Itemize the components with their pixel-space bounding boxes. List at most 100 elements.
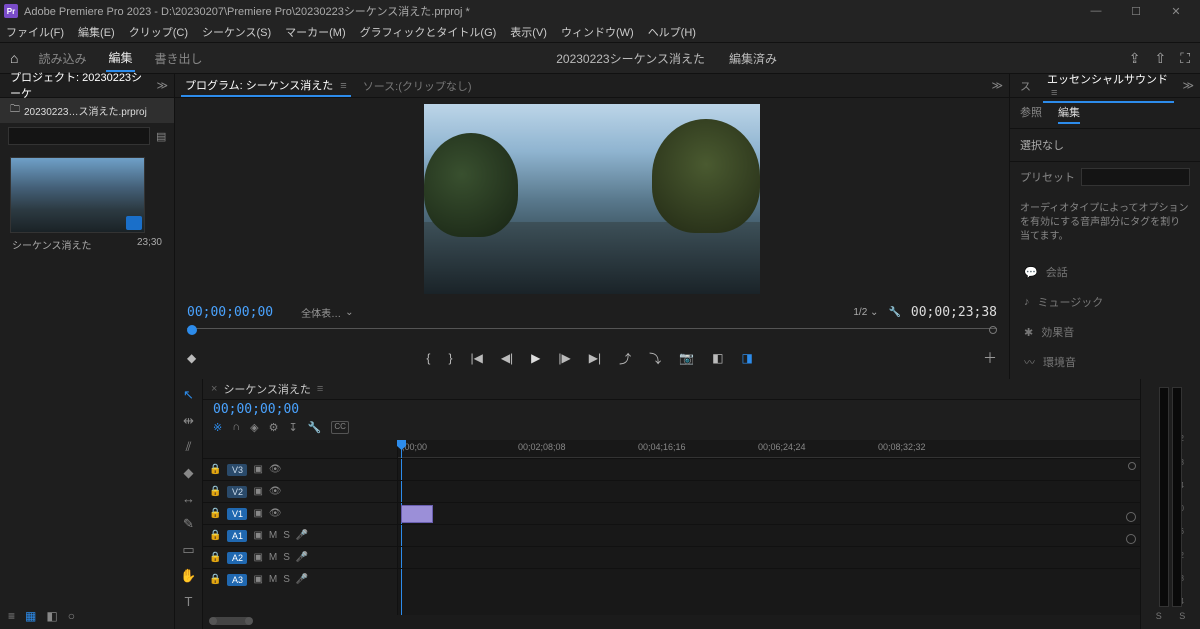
list-view-icon[interactable]: ≡	[8, 609, 15, 623]
panel-menu-icon[interactable]: ≫	[156, 79, 168, 92]
lift-button[interactable]: ⤴	[619, 350, 631, 367]
program-timecode-right[interactable]: 00;00;23;38	[911, 305, 997, 320]
lane-v2[interactable]	[398, 480, 1140, 502]
menu-graphics[interactable]: グラフィックとタイトル(G)	[360, 24, 497, 40]
razor-tool[interactable]: ◆	[184, 465, 194, 481]
mic-icon[interactable]: 🎤	[296, 552, 308, 563]
audio-type-sfx[interactable]: ✱効果音	[1024, 324, 1186, 340]
lane-v3[interactable]	[398, 458, 1140, 480]
project-file-row[interactable]: 🗀 20230223…ス消えた.prproj	[0, 98, 174, 123]
sequence-tab[interactable]: シーケンス消えた	[223, 381, 310, 397]
selection-tool[interactable]: ↖	[183, 387, 194, 403]
sequence-thumbnail[interactable]	[10, 157, 145, 233]
essential-browse-tab[interactable]: 参照	[1020, 102, 1042, 124]
project-search-input[interactable]	[8, 127, 150, 145]
track-v1-header[interactable]: 🔒V1▣👁	[203, 502, 397, 524]
essential-menu-icon[interactable]: ≫	[1182, 79, 1194, 92]
pen-tool[interactable]: ✎	[183, 516, 194, 532]
program-resolution-dropdown[interactable]: 1/2 ⌄	[853, 307, 878, 318]
type-tool[interactable]: T	[185, 594, 193, 609]
linked-selection-icon[interactable]: ∩	[232, 421, 240, 434]
close-seq-icon[interactable]: ×	[211, 383, 217, 395]
program-menu-icon[interactable]: ≫	[991, 79, 1003, 92]
lane-a1[interactable]	[398, 524, 1140, 546]
lock-icon[interactable]: 🔒	[209, 552, 221, 563]
comparison-view-button[interactable]: ◧	[712, 351, 723, 365]
source-tab[interactable]: ソース:(クリップなし)	[359, 76, 476, 96]
fullscreen-icon[interactable]: ⛶	[1180, 50, 1190, 67]
lock-icon[interactable]: 🔒	[209, 486, 221, 497]
workspace-export[interactable]: 書き出し	[153, 46, 205, 71]
zoom-slider-icon[interactable]: ○	[68, 609, 75, 623]
close-button[interactable]: ✕	[1156, 5, 1196, 18]
minimize-button[interactable]: —	[1076, 5, 1116, 17]
lane-a3[interactable]	[398, 568, 1140, 590]
audio-type-music[interactable]: ♪ミュージック	[1024, 294, 1186, 310]
seq-menu-icon[interactable]: ≡	[317, 383, 323, 395]
rectangle-tool[interactable]: ▭	[182, 542, 194, 558]
menu-help[interactable]: ヘルプ(H)	[648, 24, 696, 40]
lock-icon[interactable]: 🔒	[209, 574, 221, 585]
menu-marker[interactable]: マーカー(M)	[285, 24, 346, 40]
menu-sequence[interactable]: シーケンス(S)	[202, 24, 271, 40]
freeform-view-icon[interactable]: ◧	[46, 609, 57, 623]
ripple-edit-tool[interactable]: ⫽	[186, 439, 192, 455]
track-a2-header[interactable]: 🔒A2▣MS🎤	[203, 546, 397, 568]
track-select-tool[interactable]: ⇹	[183, 413, 194, 429]
mic-icon[interactable]: 🎤	[296, 574, 308, 585]
add-marker-icon[interactable]: ◈	[250, 421, 258, 434]
solo-left[interactable]: S	[1156, 611, 1162, 621]
extract-button[interactable]: ⤵	[649, 350, 661, 367]
mark-out-button[interactable]: }	[448, 351, 452, 365]
track-a3-header[interactable]: 🔒A3▣MS🎤	[203, 568, 397, 590]
toggle-sync-icon[interactable]: 👁	[269, 508, 282, 519]
program-scrubber[interactable]	[187, 328, 997, 342]
toggle-sync-icon[interactable]: 👁	[269, 464, 282, 475]
timeline-ruler[interactable]: ;00;00 00;02;08;08 00;04;16;16 00;06;24;…	[398, 440, 1140, 458]
program-tab[interactable]: プログラム: シーケンス消えた ≡	[181, 75, 351, 97]
step-back-button[interactable]: ◀|	[501, 351, 513, 365]
lane-a2[interactable]	[398, 546, 1140, 568]
essential-prev-tab[interactable]: ス	[1016, 76, 1035, 96]
wrench-icon[interactable]: 🔧	[308, 421, 322, 434]
export-frame-button[interactable]: 📷	[679, 351, 694, 365]
step-forward-button[interactable]: |▶	[558, 351, 570, 365]
program-timecode-left[interactable]: 00;00;00;00	[187, 305, 273, 320]
program-video-frame[interactable]	[424, 104, 760, 294]
lock-icon[interactable]: 🔒	[209, 508, 221, 519]
lock-icon[interactable]: 🔒	[209, 530, 221, 541]
insert-overwrite-icon[interactable]: ↧	[288, 421, 297, 434]
add-marker-button[interactable]: ◆	[187, 351, 196, 365]
share-icon[interactable]: ⇧	[1154, 50, 1166, 67]
toggle-sync-icon[interactable]: 👁	[269, 486, 282, 497]
sort-icon[interactable]: ▤	[156, 130, 166, 143]
home-icon[interactable]: ⌂	[10, 50, 18, 66]
safe-margins-button[interactable]: ◨	[741, 351, 752, 365]
timeline-tracks[interactable]: ;00;00 00;02;08;08 00;04;16;16 00;06;24;…	[398, 440, 1140, 615]
audio-type-ambience[interactable]: 〰環境音	[1024, 354, 1186, 370]
track-v3-header[interactable]: 🔒V3▣👁	[203, 458, 397, 480]
slip-tool[interactable]: ↔	[182, 491, 195, 506]
snap-icon[interactable]: ※	[213, 421, 222, 434]
menu-edit[interactable]: 編集(E)	[78, 24, 115, 40]
lane-v1[interactable]	[398, 502, 1140, 524]
mic-icon[interactable]: 🎤	[296, 530, 308, 541]
program-fit-dropdown[interactable]: 全体表… ⌄	[301, 305, 353, 320]
program-out-marker[interactable]	[989, 326, 997, 334]
program-playhead[interactable]	[187, 325, 197, 335]
toggle-output-icon[interactable]: ▣	[253, 486, 262, 497]
timeline-zoom-scrollbar[interactable]	[203, 615, 1140, 629]
quick-export-icon[interactable]: ⇪	[1129, 50, 1141, 67]
video-clip[interactable]	[401, 505, 433, 523]
preset-dropdown[interactable]	[1081, 168, 1190, 186]
essential-edit-tab[interactable]: 編集	[1058, 102, 1080, 124]
go-to-in-button[interactable]: |◀	[470, 351, 482, 365]
menu-file[interactable]: ファイル(F)	[6, 24, 64, 40]
play-button[interactable]: ▶	[531, 351, 540, 365]
wrench-icon[interactable]: 🔧	[888, 307, 900, 318]
maximize-button[interactable]: ☐	[1116, 5, 1156, 18]
go-to-out-button[interactable]: ▶|	[589, 351, 601, 365]
timeline-timecode[interactable]: 00;00;00;00	[213, 402, 299, 417]
menu-window[interactable]: ウィンドウ(W)	[561, 24, 634, 40]
button-editor-icon[interactable]: ＋	[983, 348, 997, 368]
